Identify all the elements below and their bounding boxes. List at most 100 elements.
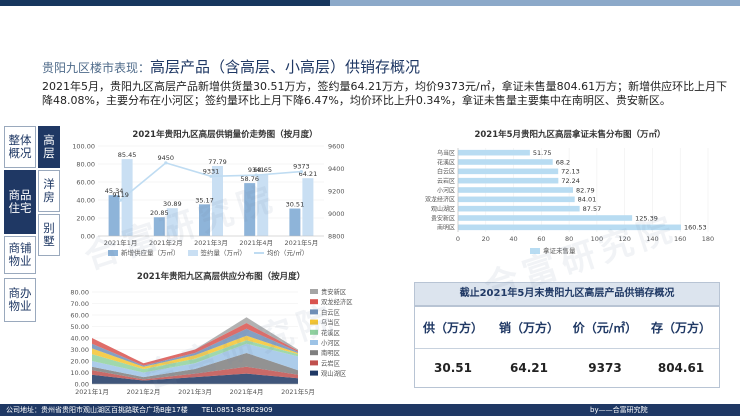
inventory-distribution-chart: 0 20 40 60 80 100 120 140 160 180 乌当区 51.75 花溪区 68.2 白… xyxy=(425,148,714,243)
y-tick-label: 60.00 xyxy=(70,312,89,320)
price-label: 9119 xyxy=(112,191,129,199)
inventory-label: 72.13 xyxy=(561,168,580,176)
x-tick-label: 0 xyxy=(456,235,460,243)
nav-overview[interactable]: 整体概况 xyxy=(4,126,36,168)
inventory-label: 51.75 xyxy=(533,149,552,157)
x-tick-label: 2021年4月 xyxy=(230,387,264,396)
y-tick-label: 60.00 xyxy=(76,179,95,187)
col-stock: 存（万方） 804.61 xyxy=(643,307,719,387)
footer-by: by——合富研究院 xyxy=(590,406,648,414)
supply-label: 20.85 xyxy=(150,209,169,217)
x-tick-label: 180 xyxy=(702,235,714,243)
nav-office[interactable]: 商办物业 xyxy=(4,278,36,322)
y-tick-label: 云岩区 xyxy=(437,177,455,185)
x-tick-label: 2021年3月 xyxy=(194,238,228,247)
x-tick-label: 2021年4月 xyxy=(239,238,273,247)
nav-villa-house[interactable]: 洋房 xyxy=(38,170,60,212)
legend-label: 小河区 xyxy=(321,338,340,347)
legend-swatch xyxy=(310,309,318,315)
x-tick-label: 60 xyxy=(537,235,545,243)
price-label: 9450 xyxy=(158,154,175,162)
inventory-bar xyxy=(458,196,575,203)
y-tick-label: 乌当区 xyxy=(437,149,455,157)
footer-address: 公司地址：贵州省贵阳市观山湖区百挑路联合广场B座17楼 TEL:0851-858… xyxy=(6,406,273,414)
inventory-label: 125.39 xyxy=(635,214,658,222)
legend-swatch xyxy=(310,360,318,366)
legend-swatch xyxy=(310,299,318,305)
y-tick-label: 70.00 xyxy=(70,300,89,308)
nav-residential[interactable]: 商品住宅 xyxy=(4,170,36,234)
footer: 公司地址：贵州省贵阳市观山湖区百挑路联合广场B座17楼 TEL:0851-858… xyxy=(0,404,740,416)
inventory-label: 68.2 xyxy=(556,158,570,166)
inventory-bar xyxy=(458,149,530,156)
inventory-bar xyxy=(458,205,580,212)
legend-label: 贵安新区 xyxy=(321,287,346,296)
y-tick-label: 20.00 xyxy=(70,358,89,366)
x-tick-label: 2021年3月 xyxy=(178,387,212,396)
top-bar-accent xyxy=(330,0,740,6)
x-tick-label: 80 xyxy=(565,235,573,243)
y2-tick-label: 9600 xyxy=(328,143,345,151)
price-label: 9373 xyxy=(293,163,310,171)
y-tick-label: 40.00 xyxy=(76,197,95,205)
inventory-label: 84.01 xyxy=(578,196,597,204)
legend-swatch xyxy=(310,340,318,345)
legend-swatch xyxy=(310,370,318,376)
legend-swatch xyxy=(310,350,318,356)
legend-inventory: 拿证未售量 xyxy=(530,245,576,255)
page-title: 贵阳九区楼市表现：高层产品（含高层、小高层）供销存概况 xyxy=(42,56,420,77)
legend-swatch xyxy=(310,289,318,294)
chart2-title: 2021年5月贵阳九区高层拿证未售分布图（万㎡） xyxy=(474,130,666,140)
x-tick-label: 140 xyxy=(646,235,658,243)
y-tick-label: 30.00 xyxy=(70,346,89,354)
x-tick-label: 2021年1月 xyxy=(104,238,138,247)
y-tick-label: 50.00 xyxy=(70,323,89,331)
y2-tick-label: 9400 xyxy=(328,165,345,173)
x-tick-label: 2021年2月 xyxy=(127,387,161,396)
y-tick-label: 80.00 xyxy=(70,289,89,297)
y-tick-label: 20.00 xyxy=(76,215,95,223)
legend-label: 南明区 xyxy=(321,348,340,357)
nav-highrise[interactable]: 高层 xyxy=(38,126,60,168)
inventory-bar xyxy=(458,168,559,175)
supply-sales-chart: 0.00 20.00 40.00 60.00 80.00 100.00 8800 9000 92… xyxy=(72,143,345,248)
supply-bar xyxy=(153,217,165,236)
summary-text: 2021年5月，贵阳九区高层产品新增供货量30.51万方，签约量64.21万方，… xyxy=(42,80,728,107)
supply-bar xyxy=(289,208,301,236)
y-tick-label: 80.00 xyxy=(76,161,95,169)
supply-label: 35.17 xyxy=(195,196,214,204)
price-label: 9331 xyxy=(203,167,220,175)
chart3-title: 2021年贵阳九区高层供应分布图（按月度） xyxy=(136,272,306,282)
supply-bar xyxy=(244,183,256,236)
y-tick-label: 10.00 xyxy=(70,369,89,377)
legend-label: 乌当区 xyxy=(321,318,340,327)
legend-label: 云岩区 xyxy=(321,358,340,367)
y2-tick-label: 8800 xyxy=(328,233,345,241)
inventory-bar xyxy=(458,177,559,184)
col-supply: 供（万方） 30.51 xyxy=(415,307,491,387)
inventory-bar xyxy=(458,215,633,221)
legend-label: 花溪区 xyxy=(321,328,340,337)
chart2-legend: 拿证未售量 xyxy=(530,245,576,255)
y2-tick-label: 9000 xyxy=(328,210,345,218)
nav-shop[interactable]: 商铺物业 xyxy=(4,236,36,274)
y-tick-label: 双龙经济区 xyxy=(425,196,455,204)
x-tick-label: 120 xyxy=(618,235,630,243)
y-tick-label: 100.00 xyxy=(72,143,95,151)
y-tick-label: 花溪区 xyxy=(437,158,455,166)
supply-bar xyxy=(108,195,120,236)
x-tick-label: 2021年1月 xyxy=(75,387,109,396)
col-price: 价（元/㎡） 9373 xyxy=(567,307,643,387)
chart1-legend: 新增供应量（万㎡） 签约量（万㎡） 均价（元/㎡） xyxy=(108,247,308,257)
y-tick-label: 40.00 xyxy=(70,335,89,343)
signed-label: 77.79 xyxy=(208,158,227,166)
legend-swatch xyxy=(310,329,318,335)
price-label: 9341 xyxy=(248,166,265,174)
x-tick-label: 2021年5月 xyxy=(281,387,315,396)
y-tick-label: 南明区 xyxy=(437,224,455,232)
inventory-label: 82.79 xyxy=(576,186,595,194)
nav-villa[interactable]: 别墅 xyxy=(38,214,60,256)
y-tick-label: 白云区 xyxy=(437,168,455,176)
legend-swatch xyxy=(310,319,318,325)
legend-price: 均价（元/㎡） xyxy=(254,247,308,257)
